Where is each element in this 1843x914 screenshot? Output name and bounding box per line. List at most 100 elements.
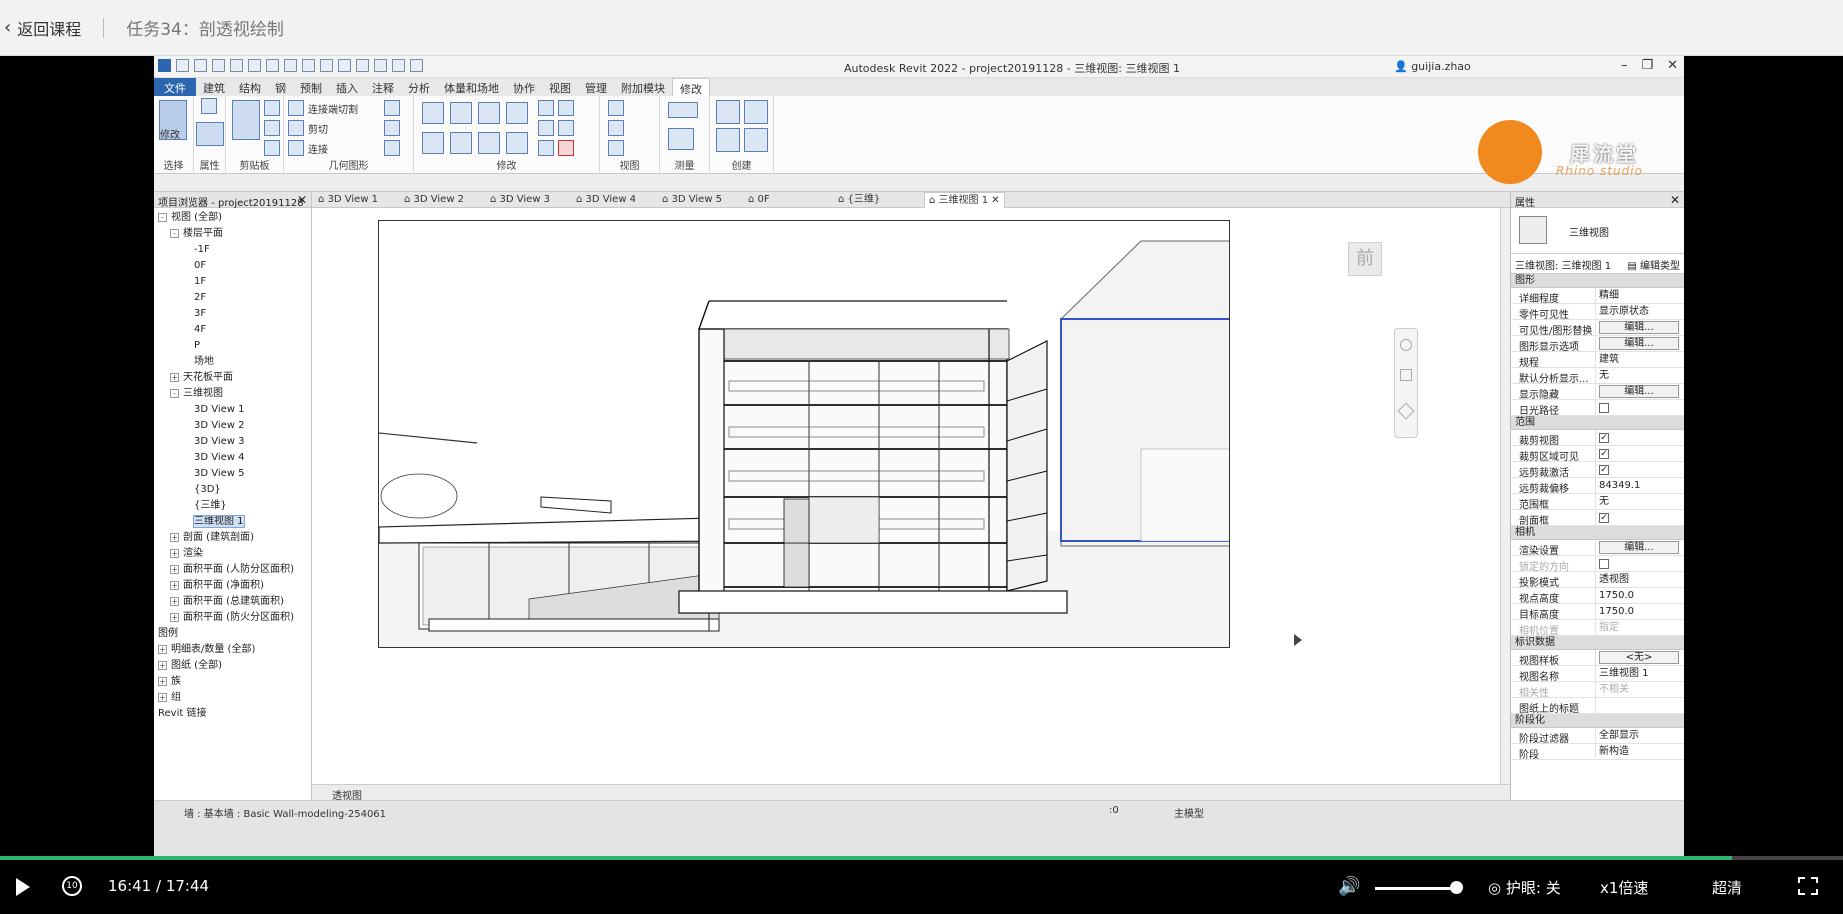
property-edit-button[interactable]: 编辑... [1599,385,1679,398]
join-label[interactable]: 连接 [308,141,328,156]
cut-geometry-icon[interactable] [288,120,304,136]
property-value-cell[interactable]: 新构造 [1595,744,1681,760]
view-tab[interactable]: ⌂ {三维} [838,192,880,208]
scale-icon[interactable] [558,120,574,136]
close-hidden-icon[interactable] [392,59,405,72]
connect-cut-label[interactable]: 连接端切割 [308,101,358,116]
ribbon-tab[interactable]: 预制 [293,78,329,96]
restore-icon[interactable]: ❐ [1641,58,1653,73]
property-value-cell[interactable]: 编辑... [1595,540,1681,556]
hide-icon[interactable] [608,100,624,116]
collapse-icon[interactable]: - [170,388,179,398]
view-tab[interactable]: ⌂ 3D View 5 [662,192,722,208]
browser-tree-item[interactable]: + 剖面 (建筑剖面) [154,530,311,546]
property-checkbox[interactable]: ✓ [1599,513,1609,523]
ribbon-tab[interactable]: 体量和场地 [437,78,506,96]
open-icon[interactable] [176,59,189,72]
property-edit-button[interactable]: 编辑... [1599,321,1679,334]
browser-tree-item[interactable]: 3D View 1 [154,402,311,418]
browser-tree-item[interactable]: 场地 [154,354,311,370]
copy-element-icon[interactable] [450,132,472,154]
mirror-axis-icon[interactable] [478,102,500,124]
volume-icon[interactable]: 🔊 [1338,876,1360,897]
print-icon[interactable] [266,59,279,72]
override-icon[interactable] [608,120,624,136]
pin-icon[interactable] [538,140,554,156]
join-icon[interactable] [288,140,304,156]
property-value-cell[interactable] [1595,400,1681,416]
browser-tree-item[interactable]: + 渲染 [154,546,311,562]
split-face-icon[interactable] [384,120,400,136]
browser-tree-item[interactable]: -1F [154,242,311,258]
close-tab-icon[interactable]: ✕ [988,195,999,206]
browser-tree-item[interactable]: - 三维视图 [154,386,311,402]
play-icon[interactable] [16,878,30,896]
copy-icon[interactable] [264,120,280,136]
property-section-header[interactable]: 图形 [1511,274,1684,288]
collapse-icon[interactable]: - [170,228,179,238]
measure-distance-icon[interactable] [668,102,698,118]
properties-button[interactable] [196,122,224,146]
property-value-cell[interactable]: ✓ [1595,510,1681,526]
browser-tree-item[interactable]: 2F [154,290,311,306]
property-value-cell[interactable]: ✓ [1595,462,1681,478]
property-value-cell[interactable]: 84349.1 [1595,478,1681,494]
browser-tree-item[interactable]: 3D View 3 [154,434,311,450]
browser-tree-item[interactable]: 4F [154,322,311,338]
property-section-header[interactable]: 阶段化 [1511,714,1684,728]
volume-slider-handle[interactable] [1450,881,1463,894]
view-tab[interactable]: ⌂ 三维视图 1 ✕ [924,192,1005,208]
undo-icon[interactable] [230,59,243,72]
viewcube-front[interactable]: 前 [1348,242,1382,276]
property-checkbox[interactable]: ✓ [1599,465,1609,475]
move-icon[interactable] [422,132,444,154]
cut-geometry-label[interactable]: 剪切 [308,121,328,136]
cut-icon[interactable] [264,100,280,116]
back-to-course-button[interactable]: ‹ 返回课程 [4,16,81,40]
ribbon-tab[interactable]: 管理 [578,78,614,96]
view-tab[interactable]: ⌂ 0F [748,192,770,208]
playback-speed-button[interactable]: x1倍速 [1600,877,1648,898]
property-value-cell[interactable] [1595,698,1681,714]
expand-icon[interactable]: + [170,548,179,558]
property-value-cell[interactable]: ✓ [1595,446,1681,462]
eye-protection-toggle[interactable]: ◎ 护眼: 关 [1488,877,1561,898]
view-tab[interactable]: ⌂ 3D View 3 [490,192,550,208]
sync-icon[interactable] [212,59,225,72]
browser-tree-item[interactable]: - 楼层平面 [154,226,311,242]
expand-icon[interactable]: + [170,372,179,382]
ribbon-tab[interactable]: 修改 [672,78,710,96]
quality-button[interactable]: 超清 [1712,877,1742,898]
property-edit-button[interactable]: 编辑... [1599,337,1679,350]
property-edit-button[interactable]: <无> [1599,651,1679,664]
property-value-cell[interactable]: 精细 [1595,288,1681,304]
3d-viewport[interactable] [378,220,1230,648]
expand-icon[interactable]: + [170,532,179,542]
create-group-icon[interactable] [716,128,740,152]
ribbon-tab[interactable]: 协作 [506,78,542,96]
type-selector[interactable]: 三维视图 [1511,208,1684,254]
browser-tree-item[interactable]: P [154,338,311,354]
ribbon-tab[interactable]: 结构 [232,78,268,96]
mirror-draw-icon[interactable] [506,102,528,124]
property-value-cell[interactable]: 编辑... [1595,320,1681,336]
browser-tree-item[interactable]: + 面积平面 (净面积) [154,578,311,594]
property-value-cell[interactable]: 透视图 [1595,572,1681,588]
browser-tree-item[interactable]: + 面积平面 (防火分区面积) [154,610,311,626]
expand-icon[interactable]: + [158,644,167,654]
design-option-status[interactable]: 主模型 [1174,805,1204,820]
redo-icon[interactable] [248,59,261,72]
expand-icon[interactable]: + [158,692,167,702]
property-value-cell[interactable]: 无 [1595,368,1681,384]
user-account[interactable]: 👤 guijia.zhao [1394,60,1471,73]
property-value-cell[interactable]: ✓ [1595,430,1681,446]
delete-icon[interactable] [558,140,574,156]
view-tab[interactable]: ⌂ 3D View 4 [576,192,636,208]
property-value-cell[interactable]: 显示原状态 [1595,304,1681,320]
browser-tree-item[interactable]: - 视图 (全部) [154,210,311,226]
zoom-icon[interactable] [1400,369,1412,381]
expand-icon[interactable]: + [170,580,179,590]
browser-tree-item[interactable]: 0F [154,258,311,274]
browser-tree-item[interactable]: {三维} [154,498,311,514]
browser-tree-item[interactable]: 3D View 2 [154,418,311,434]
